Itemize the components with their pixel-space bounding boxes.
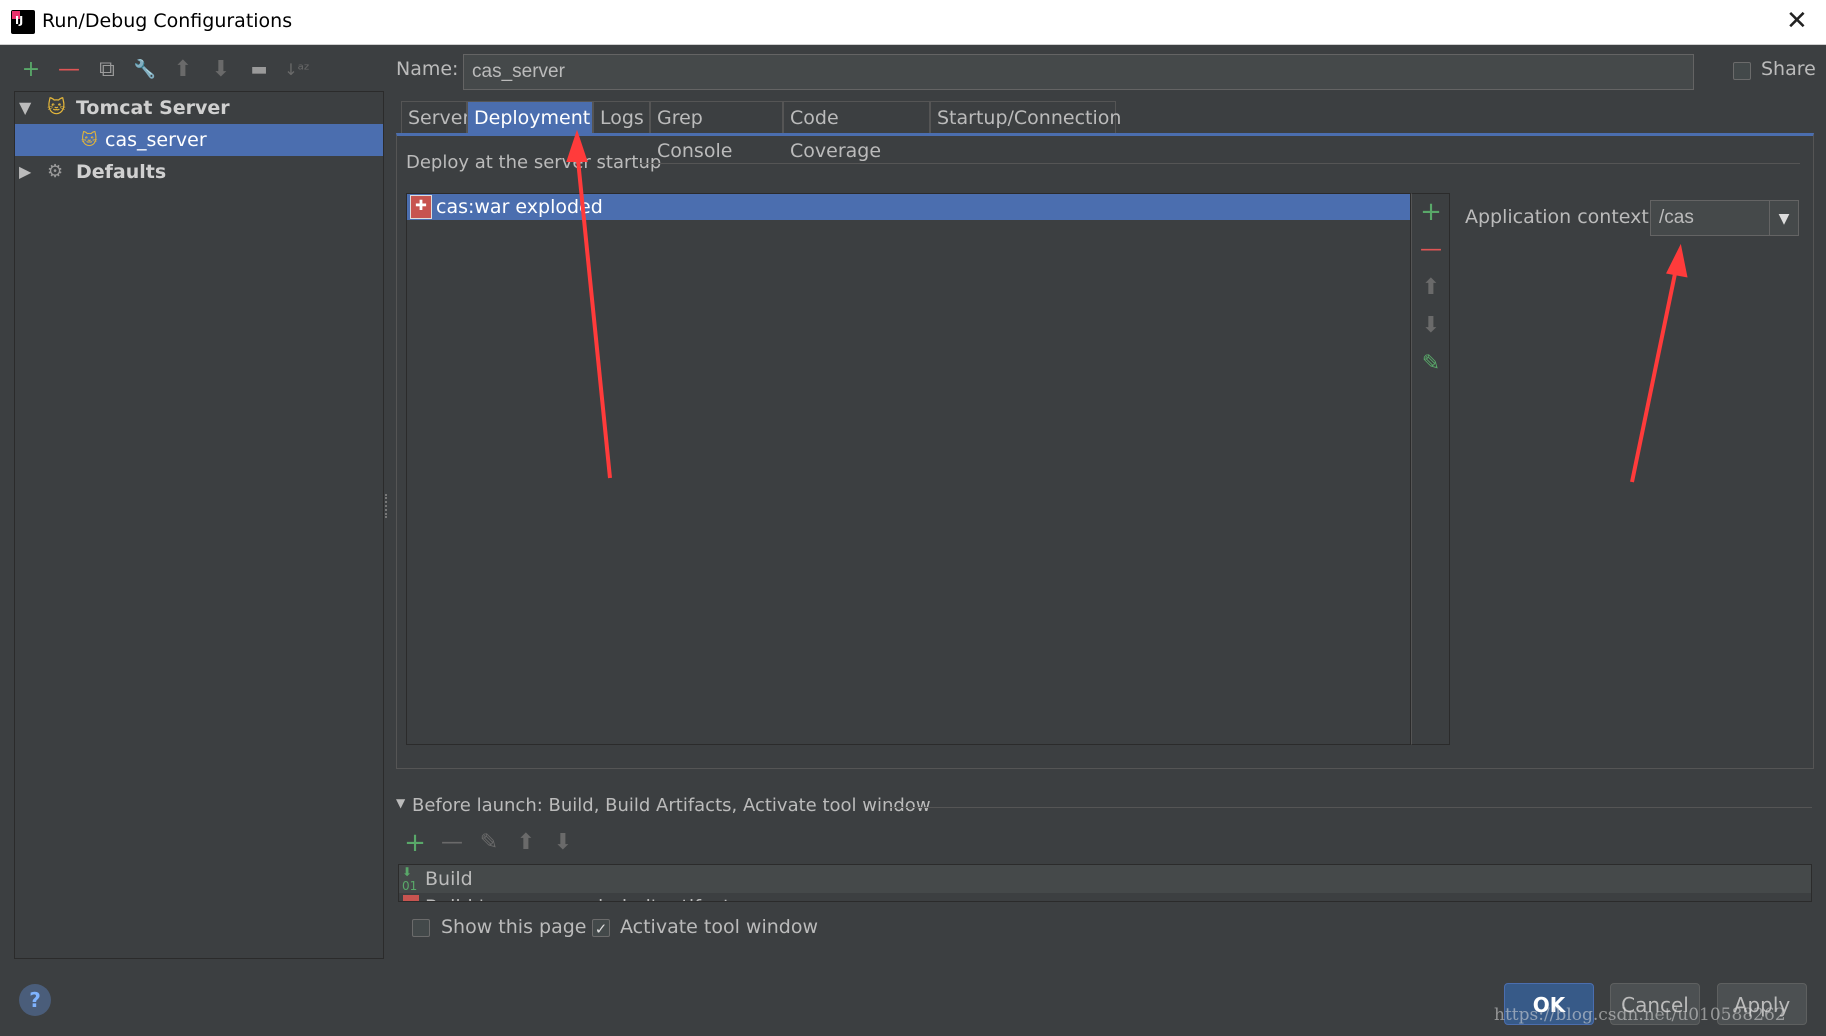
remove-task-icon[interactable]: — [437,829,467,859]
list-item[interactable]: Build 'cas:war exploded' artifact [399,893,1811,901]
activate-tool-window-label: Activate tool window [620,916,819,938]
help-icon[interactable]: ? [19,984,51,1016]
before-launch-label: Before launch: Build, Build Artifacts, A… [412,795,931,816]
artifact-icon [403,895,419,901]
show-this-page-checkbox[interactable] [412,919,430,937]
activate-tool-window-checkbox[interactable]: ✓ [592,919,610,938]
move-down-icon[interactable]: ⬇ [548,829,578,859]
section-divider [890,807,1812,808]
task-label: Build [425,868,473,890]
build-icon: ⬇ 01 [402,865,418,893]
annotation-arrow-deployment [575,149,612,479]
annotation-arrowhead [566,129,588,162]
annotation-arrowhead [1666,243,1688,278]
collapse-triangle-icon[interactable]: ▼ [396,796,405,810]
move-up-icon[interactable]: ⬆ [511,829,541,859]
add-task-icon[interactable]: + [400,829,430,859]
list-item[interactable]: ⬇ 01 Build [399,865,1811,893]
edit-task-icon[interactable]: ✎ [474,829,504,859]
show-this-page-label: Show this page [441,916,587,938]
before-launch-task-list[interactable]: ⬇01 Build Build 'cas:war exploded' artif… [398,864,1812,902]
annotation-arrow-context [1630,263,1679,483]
watermark-text: https://blog.csdn.net/u010588262 [1494,1005,1786,1025]
task-label: Build 'cas:war exploded' artifact [425,893,730,901]
